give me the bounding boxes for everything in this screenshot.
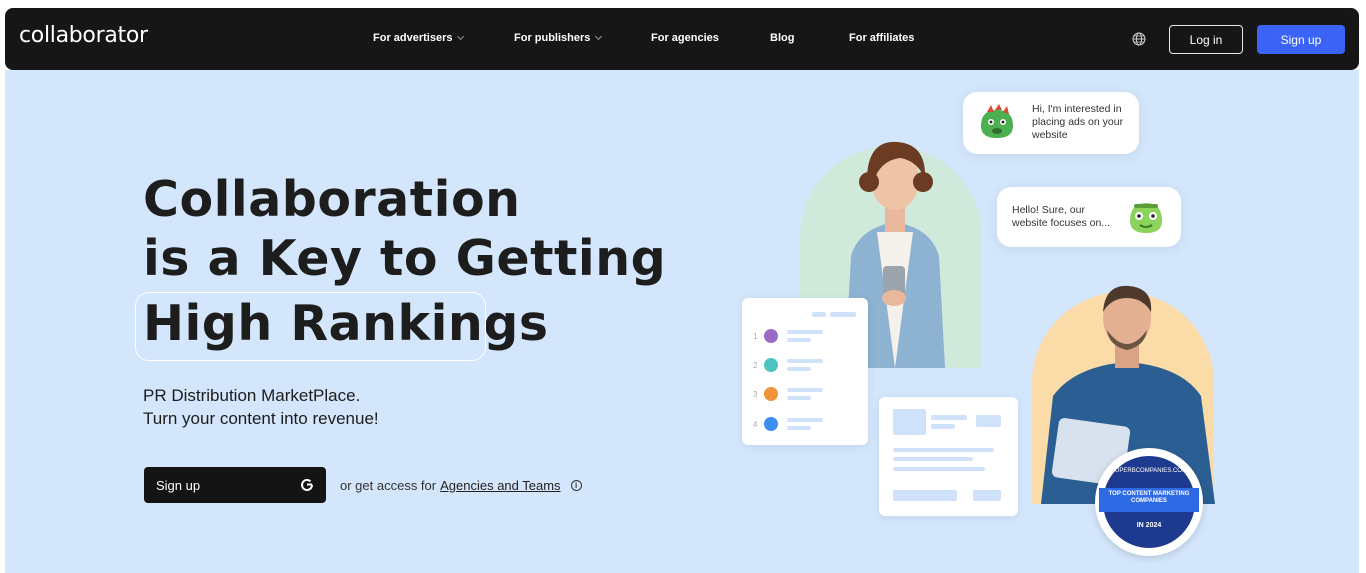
list-dot (764, 358, 778, 372)
list-dot (764, 387, 778, 401)
list-dot (764, 417, 778, 431)
login-button[interactable]: Log in (1169, 25, 1243, 54)
monster-avatar-icon (981, 104, 1013, 138)
chat-bubble-publisher: Hello! Sure, our website focuses on... (997, 187, 1181, 247)
chat-bubble-advertiser: Hi, I'm interested in placing ads on you… (963, 92, 1139, 154)
ranking-list-card: 1 2 3 4 (742, 298, 868, 445)
hero-section: Collaboration is a Key to Getting High R… (5, 70, 1359, 573)
chat-text-publisher: Hello! Sure, our website focuses on... (1012, 204, 1111, 229)
badge-ribbon: TOP CONTENT MARKETING COMPANIES (1099, 488, 1199, 512)
info-icon[interactable]: i (570, 480, 582, 491)
chevron-down-icon (457, 32, 465, 41)
signup-button-nav[interactable]: Sign up (1257, 25, 1345, 54)
signup-button-hero[interactable]: Sign up (144, 467, 326, 503)
headline-highlight-frame (135, 292, 486, 361)
chevron-down-icon (595, 32, 603, 41)
nav-item-for-affiliates[interactable]: For affiliates (849, 32, 914, 44)
logo[interactable]: collaborator (19, 23, 148, 48)
award-badge: SUPERBCOMPANIES.COM TOP CONTENT MARKETIN… (1095, 448, 1203, 556)
top-navbar: collaborator For advertisers For publish… (5, 8, 1359, 70)
nav-item-for-agencies[interactable]: For agencies (651, 32, 719, 44)
monster-avatar-icon (1130, 203, 1162, 233)
list-dot (764, 329, 778, 343)
globe-icon[interactable] (1132, 32, 1146, 46)
nav-item-blog[interactable]: Blog (770, 32, 794, 44)
chat-text-advertiser: Hi, I'm interested in placing ads on you… (1032, 103, 1124, 141)
headline-line-1: Collaboration (143, 171, 521, 228)
headline-line-2: is a Key to Getting (143, 230, 667, 287)
agencies-and-teams-link[interactable]: Agencies and Teams (440, 478, 560, 493)
content-preview-card (879, 397, 1018, 516)
google-icon (301, 478, 313, 491)
hero-subtitle: PR Distribution MarketPlace. Turn your c… (143, 386, 379, 428)
badge-year: IN 2024 (1136, 522, 1162, 529)
nav-item-for-advertisers[interactable]: For advertisers (373, 32, 465, 44)
badge-top-text: SUPERBCOMPANIES.COM (1111, 468, 1187, 474)
agency-access-line: or get access for Agencies and Teams i (340, 478, 582, 493)
nav-item-for-publishers[interactable]: For publishers (514, 32, 603, 44)
